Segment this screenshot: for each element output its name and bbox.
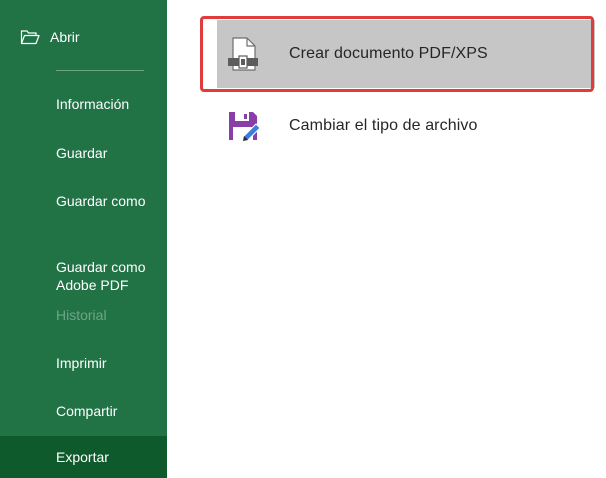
sidebar-item-open[interactable]: Abrir bbox=[20, 26, 80, 48]
change-file-type-option[interactable]: Cambiar el tipo de archivo bbox=[217, 92, 595, 160]
sidebar-item-print[interactable]: Imprimir bbox=[0, 354, 167, 372]
sidebar-item-label: Abrir bbox=[50, 29, 80, 45]
sidebar-divider bbox=[56, 70, 144, 71]
export-panel: Crear documento PDF/XPS Cambiar el tipo … bbox=[167, 0, 606, 478]
pdf-document-icon bbox=[228, 37, 258, 71]
backstage-sidebar: Abrir Información Guardar Guardar como G… bbox=[0, 0, 167, 478]
sidebar-item-label: Información bbox=[56, 96, 130, 112]
sidebar-item-info[interactable]: Información bbox=[0, 95, 167, 113]
sidebar-item-label: Historial bbox=[56, 307, 107, 323]
folder-open-icon bbox=[20, 30, 40, 45]
option-label: Cambiar el tipo de archivo bbox=[289, 117, 478, 134]
sidebar-item-label: Guardar como Adobe PDF bbox=[56, 259, 146, 293]
sidebar-item-export[interactable]: Exportar bbox=[0, 436, 167, 478]
sidebar-item-label: Compartir bbox=[56, 403, 118, 419]
sidebar-item-save-as[interactable]: Guardar como bbox=[0, 192, 167, 210]
sidebar-item-label: Exportar bbox=[56, 449, 109, 465]
sidebar-item-save[interactable]: Guardar bbox=[0, 144, 167, 162]
sidebar-item-label: Guardar bbox=[56, 145, 108, 161]
change-file-type-icon bbox=[229, 112, 261, 142]
option-label: Crear documento PDF/XPS bbox=[289, 45, 488, 62]
sidebar-item-label: Guardar como bbox=[56, 193, 146, 209]
sidebar-item-label: Imprimir bbox=[56, 355, 107, 371]
sidebar-item-share[interactable]: Compartir bbox=[0, 402, 167, 420]
backstage-view: Abrir Información Guardar Guardar como G… bbox=[0, 0, 606, 478]
sidebar-item-save-as-adobe-pdf[interactable]: Guardar como Adobe PDF bbox=[0, 240, 167, 294]
create-pdf-xps-option[interactable]: Crear documento PDF/XPS bbox=[217, 20, 595, 88]
sidebar-item-history: Historial bbox=[0, 306, 167, 324]
